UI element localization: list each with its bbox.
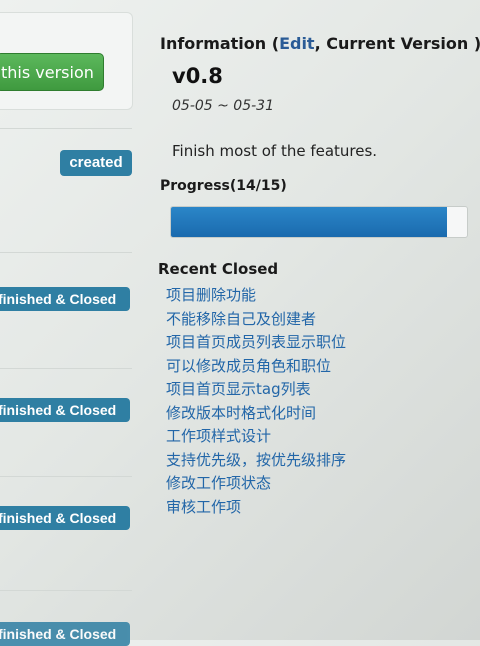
divider (0, 476, 132, 477)
recent-closed-item-link[interactable]: 项目首页显示tag列表 (166, 378, 346, 402)
progress-bar-fill (171, 207, 448, 237)
progress-label: Progress(14/15) (160, 178, 287, 194)
recent-closed-item-link[interactable]: 审核工作项 (166, 496, 346, 520)
this-version-button[interactable]: this version (0, 53, 104, 91)
recent-closed-item-link[interactable]: 项目删除功能 (166, 284, 346, 308)
status-badge-created: created (60, 150, 132, 176)
recent-closed-item-link[interactable]: 修改工作项状态 (166, 472, 346, 496)
recent-closed-item-link[interactable]: 修改版本时格式化时间 (166, 402, 346, 426)
status-badge-closed: finished & Closed (0, 287, 130, 311)
date-range: 05-05 ~ 05-31 (172, 98, 274, 114)
divider (0, 590, 132, 591)
version-number: v0.8 (172, 64, 223, 88)
version-list-sidebar: this version created finished & Closed f… (0, 0, 140, 646)
recent-closed-list: 项目删除功能 不能移除自己及创建者 项目首页成员列表显示职位 可以修改成员角色和职位项… (166, 284, 346, 519)
status-badge-closed: finished & Closed (0, 506, 130, 530)
status-badge-closed: finished & Closed (0, 622, 130, 646)
heading-prefix: Information ( (160, 34, 280, 53)
recent-closed-item-link[interactable]: 可以修改成员角色和职位 (166, 355, 346, 379)
status-badge-closed: finished & Closed (0, 398, 130, 422)
recent-closed-heading: Recent Closed (158, 260, 279, 278)
divider (0, 252, 132, 253)
recent-closed-item-link[interactable]: 不能移除自己及创建者 (166, 308, 346, 332)
progress-bar (170, 206, 468, 238)
recent-closed-item-link[interactable]: 项目首页成员列表显示职位 (166, 331, 346, 355)
version-description: Finish most of the features. (172, 142, 378, 160)
heading-suffix: , Current Version ) (314, 34, 480, 53)
recent-closed-item-link[interactable]: 工作项样式设计 (166, 425, 346, 449)
recent-closed-item-link[interactable]: 支持优先级，按优先级排序 (166, 449, 346, 473)
version-panel: this version (0, 12, 133, 110)
divider (0, 368, 132, 369)
edit-link[interactable]: Edit (279, 34, 315, 53)
divider (0, 128, 132, 129)
information-heading: Information (Edit, Current Version ) (160, 34, 480, 53)
